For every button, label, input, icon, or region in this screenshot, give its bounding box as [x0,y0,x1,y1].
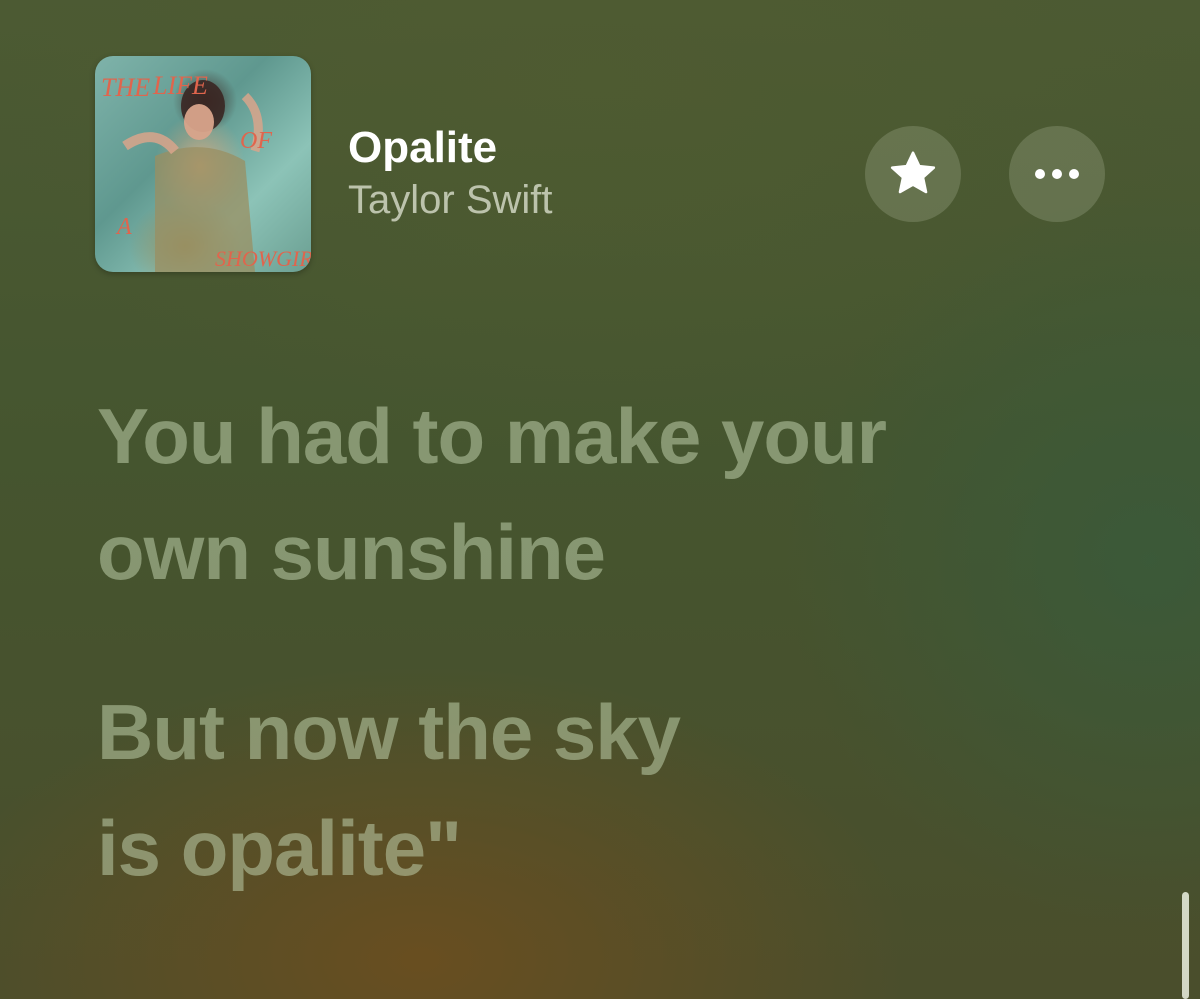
album-cover-image: THE LIFE OF A SHOWGIRL [101,71,311,272]
track-info[interactable]: Opalite Taylor Swift [348,122,553,224]
lyric-line[interactable]: You had to make your own sunshine [97,378,1137,610]
album-art[interactable]: THE LIFE OF A SHOWGIRL [95,56,311,272]
cover-text-showgirl: SHOWGIRL [215,246,311,271]
cover-text-a: A [115,214,132,240]
lyric-line[interactable]: But now the sky is opalite" [97,674,1137,906]
ellipsis-dot [1035,169,1045,179]
scrollbar[interactable] [1182,892,1189,999]
ellipsis-icon [1035,169,1079,179]
cover-text-life: LIFE [152,71,208,100]
more-options-button[interactable] [1009,126,1105,222]
ellipsis-dot [1052,169,1062,179]
favorite-button[interactable] [865,126,961,222]
track-title: Opalite [348,123,498,172]
star-icon [890,151,936,194]
ellipsis-dot [1069,169,1079,179]
cover-text-the: THE [101,73,150,102]
track-artist[interactable]: Taylor Swift [348,176,553,224]
cover-text-of: OF [240,128,272,154]
lyrics-view[interactable]: You had to make your own sunshine But no… [97,378,1137,970]
